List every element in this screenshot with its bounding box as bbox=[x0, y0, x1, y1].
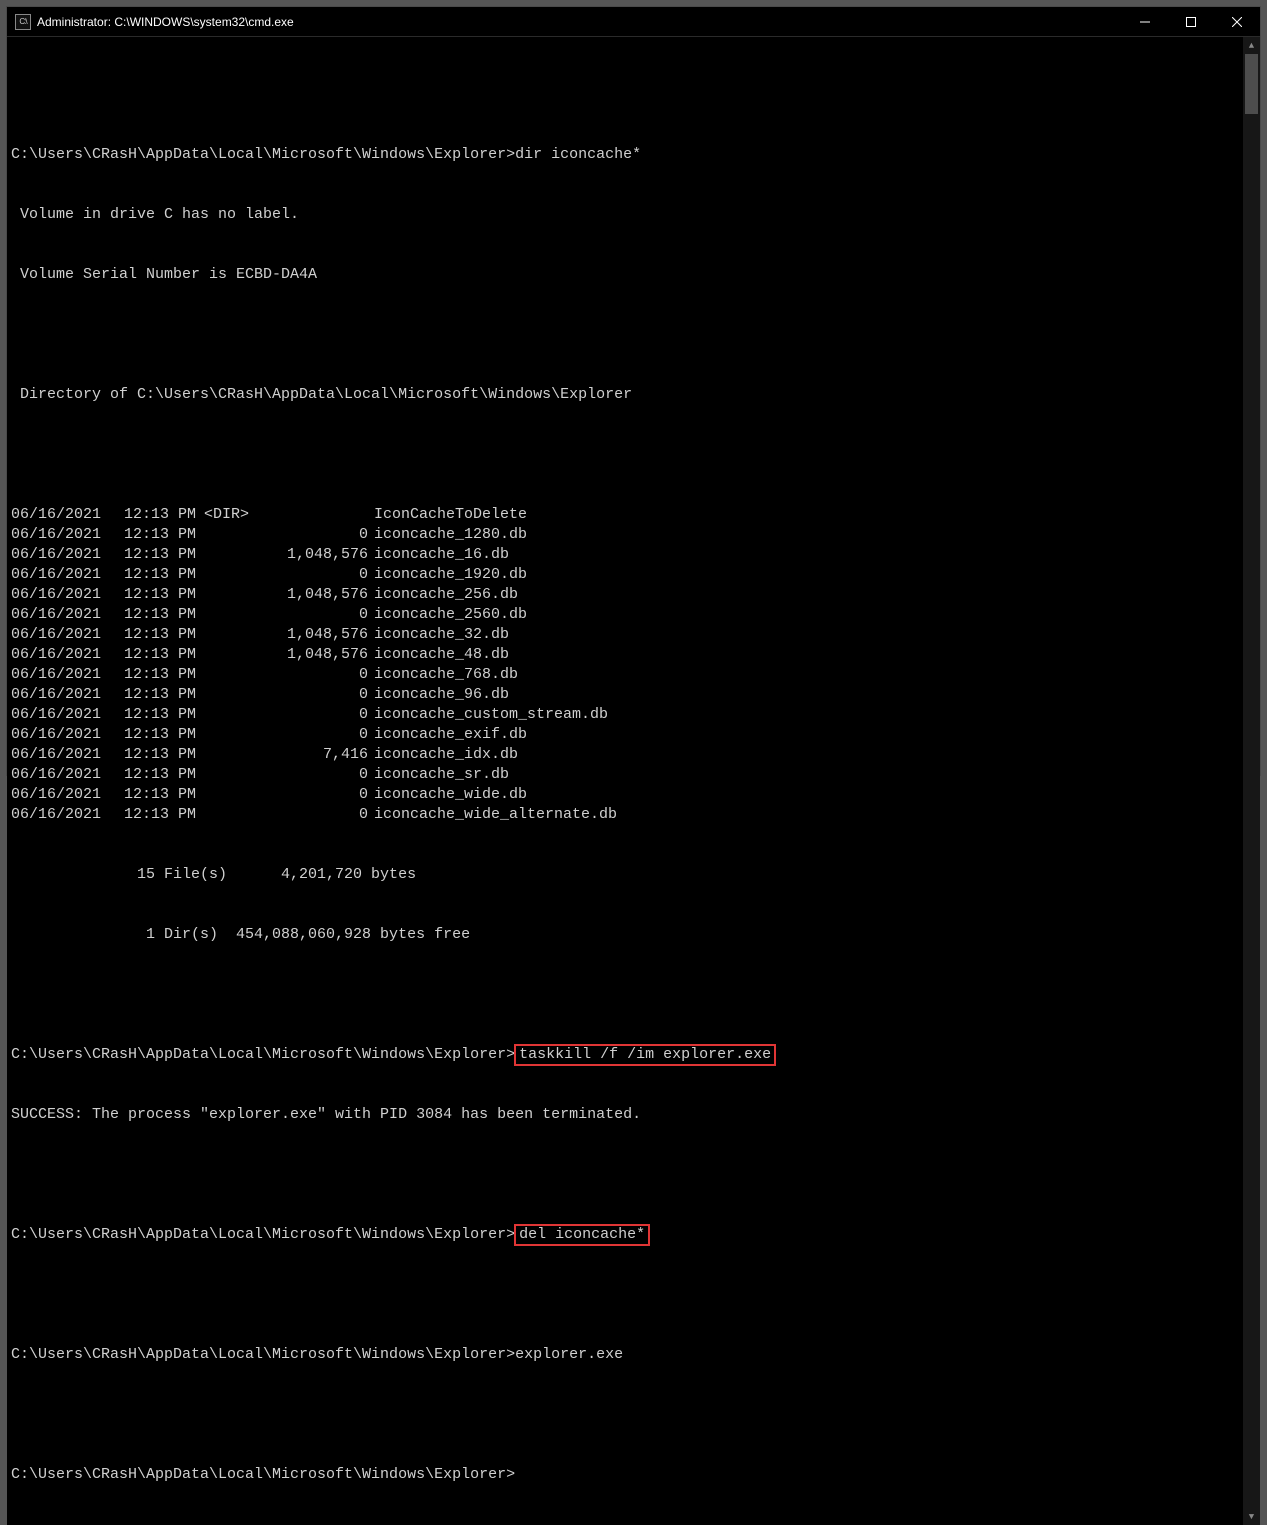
listing-row: 06/16/2021 12:13 PM0iconcache_2560.db bbox=[11, 605, 1243, 625]
command: dir iconcache* bbox=[515, 146, 641, 163]
scroll-up-icon[interactable]: ▲ bbox=[1243, 37, 1260, 54]
output-line: Directory of C:\Users\CRasH\AppData\Loca… bbox=[11, 385, 1243, 405]
listing-row: 06/16/2021 12:13 PM0iconcache_exif.db bbox=[11, 725, 1243, 745]
close-button[interactable] bbox=[1214, 7, 1260, 37]
maximize-icon bbox=[1186, 17, 1196, 27]
listing-row: 06/16/2021 12:13 PM1,048,576iconcache_32… bbox=[11, 625, 1243, 645]
prompt: C:\Users\CRasH\AppData\Local\Microsoft\W… bbox=[11, 1466, 515, 1483]
listing-row: 06/16/2021 12:13 PM0iconcache_1920.db bbox=[11, 565, 1243, 585]
prompt: C:\Users\CRasH\AppData\Local\Microsoft\W… bbox=[11, 146, 515, 163]
listing-row: 06/16/2021 12:13 PM0iconcache_1280.db bbox=[11, 525, 1243, 545]
summary-files: 15 File(s) 4,201,720 bytes bbox=[11, 865, 1243, 885]
listing-row: 06/16/2021 12:13 PM1,048,576iconcache_25… bbox=[11, 585, 1243, 605]
maximize-button[interactable] bbox=[1168, 7, 1214, 37]
listing-row: 06/16/2021 12:13 PM1,048,576iconcache_16… bbox=[11, 545, 1243, 565]
minimize-button[interactable] bbox=[1122, 7, 1168, 37]
summary-dirs: 1 Dir(s) 454,088,060,928 bytes free bbox=[11, 925, 1243, 945]
listing-row: 06/16/2021 12:13 PM<DIR>IconCacheToDelet… bbox=[11, 505, 1243, 525]
cmd-window: C:\ Administrator: C:\WINDOWS\system32\c… bbox=[6, 6, 1261, 776]
listing-row: 06/16/2021 12:13 PM0iconcache_wide.db bbox=[11, 785, 1243, 805]
minimize-icon bbox=[1140, 17, 1150, 27]
highlighted-command: taskkill /f /im explorer.exe bbox=[514, 1044, 776, 1066]
scroll-thumb[interactable] bbox=[1245, 54, 1258, 114]
terminal-output[interactable]: C:\Users\CRasH\AppData\Local\Microsoft\W… bbox=[7, 37, 1243, 1525]
listing-row: 06/16/2021 12:13 PM0iconcache_custom_str… bbox=[11, 705, 1243, 725]
output-line: Volume Serial Number is ECBD-DA4A bbox=[11, 265, 1243, 285]
listing-row: 06/16/2021 12:13 PM1,048,576iconcache_48… bbox=[11, 645, 1243, 665]
listing-row: 06/16/2021 12:13 PM0iconcache_sr.db bbox=[11, 765, 1243, 785]
listing-row: 06/16/2021 12:13 PM0iconcache_768.db bbox=[11, 665, 1243, 685]
prompt: C:\Users\CRasH\AppData\Local\Microsoft\W… bbox=[11, 1046, 515, 1063]
listing-row: 06/16/2021 12:13 PM0iconcache_wide_alter… bbox=[11, 805, 1243, 825]
scroll-down-icon[interactable]: ▼ bbox=[1243, 1508, 1260, 1525]
listing-row: 06/16/2021 12:13 PM7,416iconcache_idx.db bbox=[11, 745, 1243, 765]
close-icon bbox=[1232, 17, 1242, 27]
directory-listing: 06/16/2021 12:13 PM<DIR>IconCacheToDelet… bbox=[11, 505, 1243, 825]
window-title: Administrator: C:\WINDOWS\system32\cmd.e… bbox=[37, 15, 294, 29]
output-line: Volume in drive C has no label. bbox=[11, 205, 1243, 225]
scrollbar[interactable]: ▲ ▼ bbox=[1243, 37, 1260, 1525]
command: explorer.exe bbox=[515, 1346, 623, 1363]
prompt: C:\Users\CRasH\AppData\Local\Microsoft\W… bbox=[11, 1226, 515, 1243]
listing-row: 06/16/2021 12:13 PM0iconcache_96.db bbox=[11, 685, 1243, 705]
highlighted-command: del iconcache* bbox=[514, 1224, 650, 1246]
cmd-icon: C:\ bbox=[15, 14, 31, 30]
prompt: C:\Users\CRasH\AppData\Local\Microsoft\W… bbox=[11, 1346, 515, 1363]
output-line: SUCCESS: The process "explorer.exe" with… bbox=[11, 1105, 1243, 1125]
titlebar[interactable]: C:\ Administrator: C:\WINDOWS\system32\c… bbox=[7, 7, 1260, 37]
